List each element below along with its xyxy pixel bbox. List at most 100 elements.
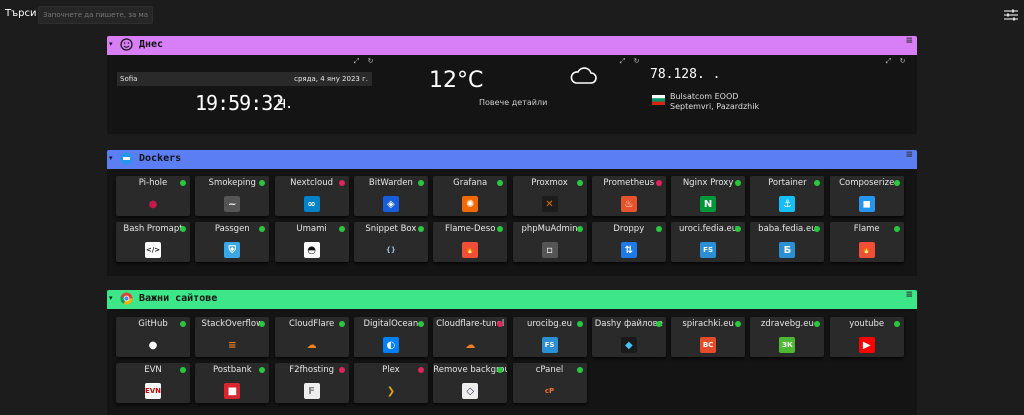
status-dot <box>180 321 186 327</box>
dashy-icon: ◆ <box>620 337 637 353</box>
app-tile[interactable]: Pi-hole ● <box>116 176 190 216</box>
app-tile-label: EVN <box>144 365 162 375</box>
open-external-icon[interactable]: ⤢ <box>618 57 627 66</box>
app-tile[interactable]: Dashy файлове ◆ <box>591 317 666 357</box>
refresh-icon[interactable]: ↻ <box>632 57 641 66</box>
section-header[interactable]: ▾ Днес ≡ <box>107 36 917 55</box>
app-tile[interactable]: Postbank ■ <box>195 363 270 403</box>
app-tile-label: zdravebg.eu <box>760 319 814 329</box>
status-dot <box>338 321 345 327</box>
drag-handle-icon[interactable]: ≡ <box>905 36 913 46</box>
collapse-icon[interactable]: ▾ <box>109 40 113 48</box>
app-tile-label: Nginx Proxy <box>682 178 734 188</box>
app-tile[interactable]: BitWarden ◈ <box>353 176 428 216</box>
app-tile-label: Portainer <box>768 178 807 188</box>
app-tile[interactable]: Nextcloud ∞ <box>274 176 349 216</box>
drag-handle-icon[interactable]: ≡ <box>905 290 913 300</box>
app-tile[interactable]: Proxmox ✕ <box>512 176 587 216</box>
evn-icon: EVN <box>145 383 161 399</box>
date-text: сряда, 4 яну 2023 г. <box>294 75 368 83</box>
app-tile[interactable]: Cloudflare-tunel ☁ <box>433 317 508 357</box>
open-external-icon[interactable]: ⤢ <box>884 57 893 66</box>
cpanel-icon: cP <box>541 383 558 399</box>
app-tile[interactable]: StackOverflow ≡ <box>195 317 270 357</box>
collapse-icon[interactable]: ▾ <box>109 294 113 302</box>
refresh-icon[interactable]: ↻ <box>898 57 907 66</box>
app-tile[interactable]: cPanel cP <box>512 363 587 403</box>
refresh-icon[interactable]: ↻ <box>366 57 375 66</box>
ip-address: 78.128. . <box>650 67 721 82</box>
app-tile[interactable]: Composerize ◼ <box>829 176 904 216</box>
nginx-icon: N <box>700 196 717 212</box>
clock-unit: ч. <box>277 93 292 112</box>
app-tile[interactable]: youtube ▶ <box>829 317 904 357</box>
app-tile[interactable]: uroci.fedia.eu FS <box>671 222 746 262</box>
app-tile-label: Remove background <box>433 365 508 375</box>
status-dot <box>893 321 900 327</box>
section-header[interactable]: ▾ Важни сайтове ≡ <box>107 290 917 309</box>
status-dot <box>893 180 900 186</box>
umami-icon: ◓ <box>303 242 320 258</box>
section-title: Важни сайтове <box>139 293 218 304</box>
status-dot <box>417 321 424 327</box>
app-tile-label: CloudFlare <box>288 319 335 329</box>
app-tile[interactable]: urocibg.eu FS <box>512 317 587 357</box>
clock-time: 19:59:32 <box>195 91 284 115</box>
app-tile[interactable]: EVN EVN <box>116 363 190 403</box>
app-tile[interactable]: Nginx Proxy N <box>671 176 746 216</box>
bc-icon: BC <box>700 337 717 353</box>
app-tile[interactable]: phpMuAdmin ▫ <box>512 222 587 262</box>
open-external-icon[interactable]: ⤢ <box>352 57 361 66</box>
app-tile[interactable]: Smokeping ~ <box>195 176 270 216</box>
widgets-row: ⤢ ↻ Sofia сряда, 4 яну 2023 г. 19:59:32 … <box>107 55 917 135</box>
section-header[interactable]: ▾ Dockers ≡ <box>107 150 917 169</box>
status-dot <box>576 180 583 186</box>
status-dot <box>180 180 186 186</box>
app-tile-label: BitWarden <box>368 178 413 188</box>
plex-icon: ❯ <box>382 383 399 399</box>
shield-icon: ⛨ <box>224 242 241 258</box>
status-dot <box>417 226 424 232</box>
braces-icon: {} <box>382 242 399 258</box>
app-tile-label: Droppy <box>613 224 645 234</box>
top-bar: Търси <box>0 0 1024 34</box>
status-dot <box>180 226 186 232</box>
app-tile[interactable]: CloudFlare ☁ <box>274 317 349 357</box>
app-tile[interactable]: Prometheus ♨ <box>591 176 666 216</box>
app-tile[interactable]: spirachki.eu BC <box>671 317 746 357</box>
app-tile-label: Passgen <box>214 224 250 234</box>
app-tile[interactable]: Passgen ⛨ <box>195 222 270 262</box>
search-input[interactable] <box>38 6 153 24</box>
section-title: Dockers <box>139 153 182 164</box>
docker-icon: ◼ <box>858 196 875 212</box>
app-tile-label: F2fhosting <box>289 365 334 375</box>
app-tile[interactable]: Umami ◓ <box>274 222 349 262</box>
drag-handle-icon[interactable]: ≡ <box>905 150 913 160</box>
app-tile[interactable]: Grafana ✺ <box>433 176 508 216</box>
app-tile[interactable]: Flame 🔥 <box>829 222 904 262</box>
app-tile[interactable]: zdravebg.eu ЗК <box>750 317 825 357</box>
collapse-icon[interactable]: ▾ <box>109 154 113 162</box>
settings-sliders-icon[interactable] <box>1004 9 1018 21</box>
city-date-bar: Sofia сряда, 4 яну 2023 г. <box>117 72 372 86</box>
status-dot <box>338 226 345 232</box>
app-tile[interactable]: Remove background ◇ <box>433 363 508 403</box>
app-tile[interactable]: DigitalOcean ◐ <box>353 317 428 357</box>
app-tile[interactable]: Snippet Box {} <box>353 222 428 262</box>
status-dot <box>338 367 345 373</box>
app-tile[interactable]: Bash Promapt </> <box>116 222 190 262</box>
app-tile[interactable]: Droppy ⇅ <box>591 222 666 262</box>
app-tile[interactable]: Portainer ⚓ <box>750 176 825 216</box>
section-important-sites: ▾ Важни сайтове ≡ GitHub ● StackOverflow ≡ C… <box>107 290 917 415</box>
app-tile[interactable]: F2fhosting F <box>274 363 349 403</box>
more-details-link[interactable]: Повече детайли <box>479 98 547 107</box>
app-tile[interactable]: Flame-Deso 🔥 <box>433 222 508 262</box>
app-tile[interactable]: Plex ❯ <box>353 363 428 403</box>
app-tile-label: Postbank <box>212 365 252 375</box>
app-tile-label: urocibg.eu <box>526 319 573 329</box>
app-tile-label: Grafana <box>453 178 488 188</box>
app-tile[interactable]: baba.fedia.eu Б <box>750 222 825 262</box>
postbank-icon: ■ <box>224 383 241 399</box>
section-today: ▾ Днес ≡ ⤢ ↻ Sofia сряда, 4 яну 2023 г. … <box>107 36 917 134</box>
app-tile[interactable]: GitHub ● <box>116 317 190 357</box>
